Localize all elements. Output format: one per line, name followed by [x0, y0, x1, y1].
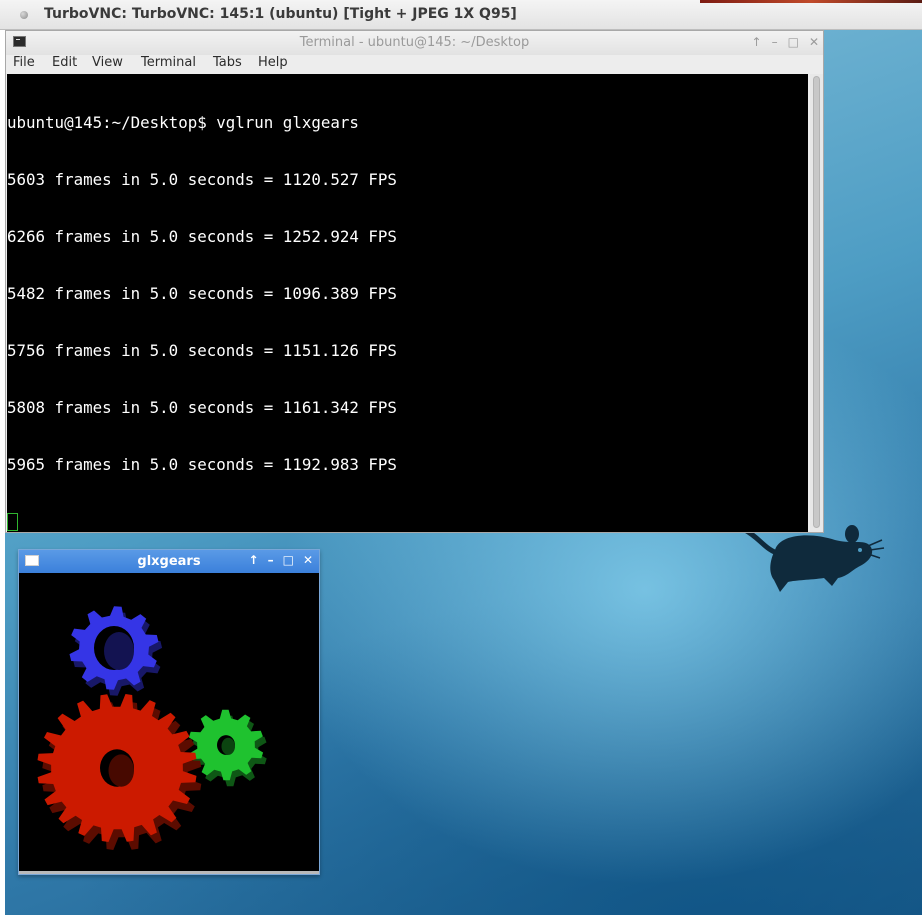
menu-file[interactable]: File [13, 55, 35, 70]
terminal-line: 5808 frames in 5.0 seconds = 1161.342 FP… [7, 398, 397, 417]
maximize-icon[interactable]: □ [283, 553, 294, 567]
vnc-window-title: TurboVNC: TurboVNC: 145:1 (ubuntu) [Tigh… [44, 6, 517, 22]
terminal-cursor [7, 513, 18, 531]
menu-view[interactable]: View [92, 55, 123, 70]
terminal-line: 5965 frames in 5.0 seconds = 1192.983 FP… [7, 455, 397, 474]
menu-terminal[interactable]: Terminal [141, 55, 196, 70]
terminal-line: 5603 frames in 5.0 seconds = 1120.527 FP… [7, 170, 397, 189]
menu-edit[interactable]: Edit [52, 55, 77, 70]
terminal-window[interactable]: Terminal - ubuntu@145: ~/Desktop ↑–□✕ Fi… [5, 30, 824, 533]
remote-desktop: Terminal - ubuntu@145: ~/Desktop ↑–□✕ Fi… [5, 30, 922, 915]
minimize-icon[interactable]: – [772, 35, 788, 49]
terminal-line: 6266 frames in 5.0 seconds = 1252.924 FP… [7, 227, 397, 246]
keep-above-icon[interactable]: ↑ [752, 35, 772, 49]
terminal-line: 5482 frames in 5.0 seconds = 1096.389 FP… [7, 284, 397, 303]
minimize-icon[interactable]: – [268, 553, 274, 567]
keep-above-icon[interactable]: ↑ [249, 553, 259, 567]
terminal-window-controls: ↑–□✕ [752, 35, 819, 49]
close-icon[interactable]: ✕ [303, 553, 313, 567]
glxgears-window[interactable]: glxgears ↑ – □ ✕ [18, 549, 320, 875]
terminal-line: ubuntu@145:~/Desktop$ vglrun glxgears [7, 113, 359, 132]
blue-gear [69, 606, 163, 696]
glxgears-title-bar[interactable]: glxgears ↑ – □ ✕ [19, 550, 319, 573]
terminal-window-title: Terminal - ubuntu@145: ~/Desktop [299, 35, 530, 50]
glxgears-window-bottom-border [19, 871, 319, 874]
menu-help[interactable]: Help [258, 55, 288, 70]
close-icon[interactable]: ✕ [809, 35, 819, 49]
terminal-line: 5756 frames in 5.0 seconds = 1151.126 FP… [7, 341, 397, 360]
terminal-scrollbar[interactable] [810, 74, 823, 532]
background-window-edge [700, 0, 922, 3]
glxgears-render-canvas [37, 606, 267, 850]
terminal-title-bar[interactable]: Terminal - ubuntu@145: ~/Desktop ↑–□✕ [6, 31, 823, 55]
menu-tabs[interactable]: Tabs [213, 55, 242, 70]
green-gear [188, 709, 267, 787]
maximize-icon[interactable]: □ [788, 35, 809, 49]
red-gear [37, 694, 202, 850]
scrollbar-thumb[interactable] [813, 76, 820, 528]
terminal-output[interactable]: ubuntu@145:~/Desktop$ vglrun glxgears 56… [7, 74, 808, 532]
terminal-menu-bar: File Edit View Terminal Tabs Help [6, 55, 823, 73]
glxgears-window-controls: ↑ – □ ✕ [240, 553, 313, 567]
vnc-title-bar: TurboVNC: TurboVNC: 145:1 (ubuntu) [Tigh… [0, 0, 922, 30]
vnc-window-icon[interactable] [20, 11, 28, 19]
